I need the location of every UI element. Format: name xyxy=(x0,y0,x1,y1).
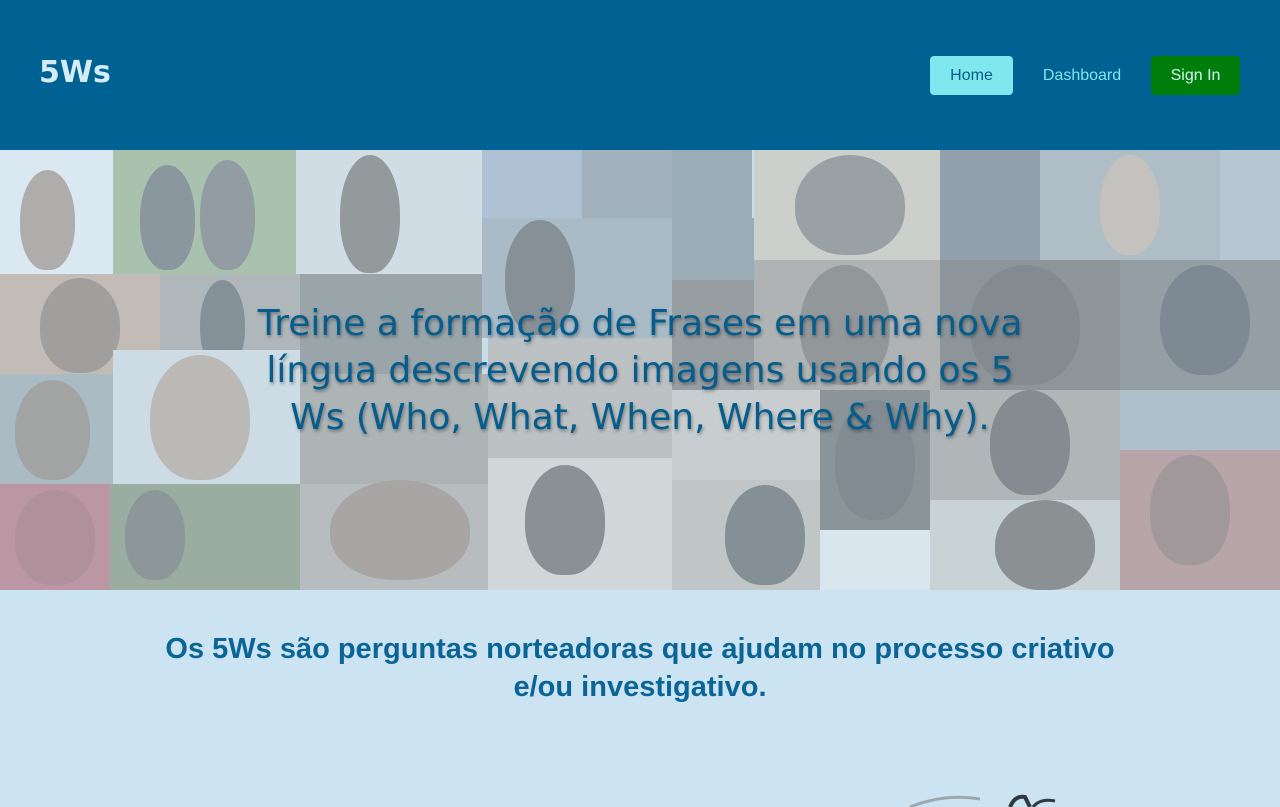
hero-headline: Treine a formação de Frases em uma nova … xyxy=(257,303,1023,438)
brand-logo[interactable]: 5Ws xyxy=(39,55,111,90)
partial-illustration xyxy=(909,794,1056,807)
info-text: Os 5Ws são perguntas norteadoras que aju… xyxy=(165,633,1115,703)
nav-home-button[interactable]: Home xyxy=(930,56,1013,95)
top-navbar: 5Ws Home Dashboard Sign In xyxy=(0,0,1280,150)
main-nav: Home Dashboard Sign In xyxy=(930,56,1240,95)
hero-banner: Treine a formação de Frases em uma nova … xyxy=(0,150,1280,590)
info-section: Os 5Ws são perguntas norteadoras que aju… xyxy=(0,590,1280,807)
sign-in-button[interactable]: Sign In xyxy=(1151,56,1240,95)
nav-dashboard-link[interactable]: Dashboard xyxy=(1027,56,1137,95)
